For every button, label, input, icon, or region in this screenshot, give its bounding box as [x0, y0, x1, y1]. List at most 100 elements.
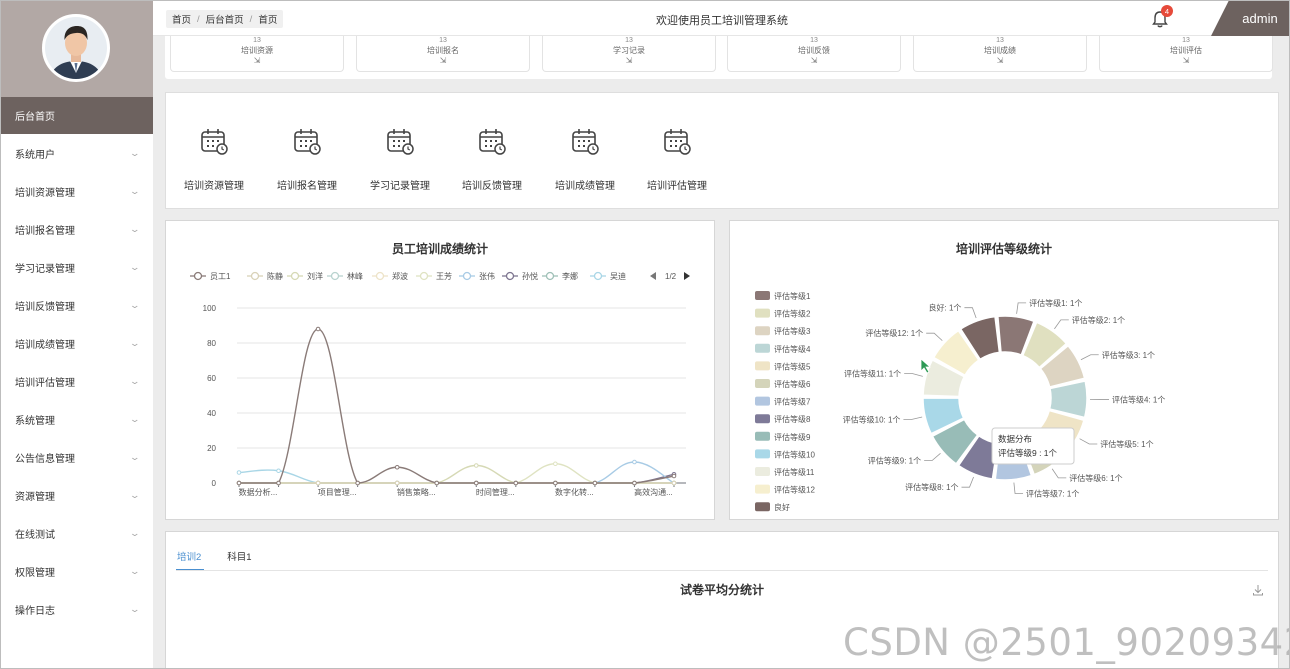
navigate-icon[interactable]: ⇲ [1100, 56, 1272, 66]
calendar-clock-icon [291, 125, 323, 157]
legend-item[interactable]: 评估等级5 [755, 361, 811, 371]
sidebar-item-2[interactable]: 培训资源管理 ⌄ [1, 172, 153, 210]
data-point[interactable] [315, 480, 321, 486]
legend-item[interactable]: 评估等级4 [755, 343, 811, 354]
quick-menu-item[interactable]: 培训评估管理 [632, 125, 722, 192]
sidebar-item-1[interactable]: 系统用户 ⌄ [1, 134, 153, 172]
legend-next-icon[interactable] [684, 272, 690, 280]
sidebar-item-9[interactable]: 公告信息管理 ⌄ [1, 438, 153, 476]
data-point[interactable] [632, 459, 637, 465]
legend-item[interactable]: 张伟 [459, 271, 495, 281]
sidebar-item-6[interactable]: 培训成绩管理 ⌄ [1, 324, 153, 362]
legend-item[interactable]: 评估等级11 [755, 467, 815, 477]
quick-menu-item[interactable]: 学习记录管理 [355, 125, 445, 192]
sidebar-item-10[interactable]: 资源管理 ⌄ [1, 476, 153, 514]
quick-menu-item[interactable]: 培训报名管理 [262, 125, 352, 192]
legend-item[interactable]: 王芳 [416, 271, 452, 281]
sidebar-item-12[interactable]: 权限管理 ⌄ [1, 552, 153, 590]
navigate-icon[interactable]: ⇲ [728, 56, 900, 66]
legend-item[interactable]: 员工1 [190, 271, 231, 281]
user-menu[interactable]: admin [1211, 1, 1289, 36]
sidebar-item-11[interactable]: 在线测试 ⌄ [1, 514, 153, 552]
data-point[interactable] [394, 480, 400, 486]
quick-menu-item[interactable]: 培训资源管理 [169, 125, 259, 192]
sidebar-item-7[interactable]: 培训评估管理 ⌄ [1, 362, 153, 400]
slice-label: 评估等级4: 1个 [1112, 395, 1165, 405]
legend-item[interactable]: 评估等级10 [755, 449, 815, 459]
tab-1[interactable]: 科目1 [226, 549, 254, 571]
data-point[interactable] [671, 480, 677, 486]
sidebar-item-5[interactable]: 培训反馈管理 ⌄ [1, 286, 153, 324]
data-point[interactable] [592, 480, 598, 486]
legend-item[interactable]: 评估等级3 [755, 326, 811, 336]
legend-item[interactable]: 评估等级1 [755, 291, 811, 301]
stat-card[interactable]: 13 培训评估 ⇲ [1099, 36, 1273, 72]
chevron-down-icon: ⌄ [129, 565, 141, 576]
stat-card[interactable]: 13 培训反馈 ⇲ [727, 36, 901, 72]
legend-item[interactable]: 评估等级8 [755, 414, 811, 424]
legend-item[interactable]: 良好 [755, 502, 790, 512]
x-tick-label: 时间管理... [476, 487, 515, 497]
legend-item[interactable]: 刘洋 [287, 271, 323, 281]
data-point[interactable] [632, 480, 637, 486]
legend-label: 王芳 [436, 271, 452, 281]
legend-item[interactable]: 评估等级9 [755, 431, 811, 442]
legend-item[interactable]: 孙悦 [502, 271, 538, 281]
navigate-icon[interactable]: ⇲ [171, 56, 343, 66]
breadcrumb-item-home[interactable]: 首页 [172, 12, 191, 26]
pie-chart: 评估等级1 评估等级2 评估等级3 评估等级4 评估等级5 评估等级6 评估等级7 评估等级8… [755, 291, 1165, 512]
navigate-icon[interactable]: ⇲ [357, 56, 529, 66]
legend-item[interactable]: 吴迪 [590, 271, 626, 281]
data-point[interactable] [473, 463, 479, 468]
breadcrumb-separator: / [197, 13, 200, 25]
breadcrumb-item-dashboard[interactable]: 后台首页 [206, 12, 244, 26]
legend-prev-icon[interactable] [650, 272, 656, 280]
legend-item[interactable]: 评估等级12 [755, 484, 815, 495]
legend-item[interactable]: 评估等级7 [755, 396, 811, 407]
data-point[interactable] [236, 470, 242, 475]
data-point[interactable] [276, 468, 281, 474]
stat-card[interactable]: 13 培训资源 ⇲ [170, 36, 344, 72]
data-point[interactable] [513, 480, 519, 486]
slice-label: 评估等级1: 1个 [1029, 298, 1082, 308]
stat-card[interactable]: 13 培训成绩 ⇲ [913, 36, 1087, 72]
stat-card[interactable]: 13 学习记录 ⇲ [542, 36, 716, 72]
data-point[interactable] [355, 480, 360, 486]
avatar[interactable] [42, 14, 110, 82]
data-point[interactable] [553, 461, 558, 467]
data-point[interactable] [434, 480, 440, 486]
x-tick-label: 项目管理... [318, 487, 357, 497]
legend-swatch [755, 431, 770, 441]
legend-item[interactable]: 评估等级6 [755, 379, 811, 389]
data-point[interactable] [394, 464, 400, 470]
data-point[interactable] [236, 480, 242, 486]
welcome-text: 欢迎使用员工培训管理系统 [656, 15, 788, 27]
data-point[interactable] [671, 473, 677, 479]
navigate-icon[interactable]: ⇲ [914, 56, 1086, 66]
quick-menu-item[interactable]: 培训反馈管理 [447, 125, 537, 192]
sidebar-item-0[interactable]: 后台首页 [1, 97, 153, 134]
navigate-icon[interactable]: ⇲ [543, 56, 715, 66]
legend-item[interactable]: 李娜 [542, 271, 578, 281]
legend-label: 孙悦 [522, 271, 538, 281]
legend-item[interactable]: 郑波 [372, 271, 408, 281]
quick-menu-item[interactable]: 培训成绩管理 [540, 125, 630, 192]
legend-label: 评估等级7 [774, 397, 811, 407]
legend-item[interactable]: 评估等级2 [755, 308, 811, 319]
tab-0[interactable]: 培训2 [176, 549, 205, 571]
sidebar-item-3[interactable]: 培训报名管理 ⌄ [1, 210, 153, 248]
slice-label: 评估等级3: 1个 [1102, 350, 1155, 360]
stat-card[interactable]: 13 培训报名 ⇲ [356, 36, 530, 72]
legend-item[interactable]: 林峰 [327, 271, 363, 281]
sidebar-item-4[interactable]: 学习记录管理 ⌄ [1, 248, 153, 286]
pie-slice-group: 评估等级4: 1个 [1048, 380, 1165, 419]
data-point[interactable] [553, 480, 558, 486]
data-point[interactable] [276, 480, 281, 486]
sidebar-item-8[interactable]: 系统管理 ⌄ [1, 400, 153, 438]
download-icon[interactable] [1252, 583, 1264, 596]
sidebar-item-13[interactable]: 操作日志 ⌄ [1, 590, 153, 628]
chart-legend: 评估等级1 评估等级2 评估等级3 评估等级4 评估等级5 评估等级6 评估等级7 评估等级8… [755, 291, 815, 512]
data-point[interactable] [473, 480, 479, 486]
data-point[interactable] [315, 326, 321, 332]
legend-item[interactable]: 陈静 [247, 271, 283, 281]
